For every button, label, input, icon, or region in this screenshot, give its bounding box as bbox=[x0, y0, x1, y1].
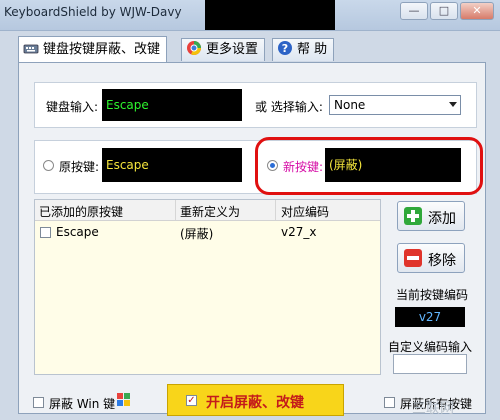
original-key-field[interactable]: Escape bbox=[102, 148, 242, 182]
original-key-label: 原按键: bbox=[59, 160, 100, 174]
watermark-text: 三联网 bbox=[412, 401, 454, 417]
start-shield-checkbox[interactable]: ✓ bbox=[186, 395, 197, 406]
keyboard-input-field[interactable]: Escape bbox=[102, 89, 242, 121]
row-original-key: Escape bbox=[56, 225, 99, 239]
block-win-checkbox[interactable] bbox=[33, 397, 44, 408]
mapping-table[interactable]: 已添加的原按键 重新定义为 对应编码 Escape (屏蔽) v27_x bbox=[34, 199, 381, 375]
tab-more-settings-label: 更多设置 bbox=[206, 42, 259, 57]
minus-icon bbox=[404, 249, 422, 267]
title-bar: KeyboardShield by WJW-Davy — □ ✕ bbox=[0, 0, 500, 31]
tab-keyboard-shield[interactable]: 键盘按键屏蔽、改键 bbox=[18, 36, 168, 62]
row-checkbox[interactable] bbox=[40, 227, 51, 238]
block-all-checkbox[interactable] bbox=[384, 397, 395, 408]
header-redefined[interactable]: 重新定义为 bbox=[180, 203, 240, 220]
start-shield-button[interactable]: ✓ 开启屏蔽、改键 bbox=[167, 384, 344, 416]
header-divider[interactable] bbox=[275, 200, 276, 220]
start-shield-label: 开启屏蔽、改键 bbox=[206, 395, 304, 411]
annotation-highlight-ring bbox=[255, 137, 483, 195]
settings-globe-icon bbox=[186, 40, 202, 56]
minimize-button[interactable]: — bbox=[400, 2, 428, 20]
add-button-label: 添加 bbox=[428, 211, 456, 227]
plus-icon bbox=[404, 207, 422, 225]
window-title: KeyboardShield by WJW-Davy bbox=[4, 5, 182, 19]
title-overlay bbox=[205, 0, 335, 30]
windows-logo-icon bbox=[116, 392, 132, 408]
close-button[interactable]: ✕ bbox=[460, 2, 494, 20]
maximize-button[interactable]: □ bbox=[430, 2, 458, 20]
svg-text:?: ? bbox=[282, 42, 288, 55]
row-redefined: (屏蔽) bbox=[180, 227, 214, 241]
custom-code-label: 自定义编码输入 bbox=[388, 340, 473, 354]
tab-help[interactable]: ? 帮 助 bbox=[272, 38, 335, 61]
current-code-field: v27 bbox=[395, 307, 465, 327]
keyboard-icon bbox=[23, 40, 39, 56]
row-code: v27_x bbox=[281, 225, 317, 239]
or-select-label: 或 选择输入: bbox=[255, 100, 323, 114]
header-divider[interactable] bbox=[175, 200, 176, 220]
tab-help-label: 帮 助 bbox=[297, 42, 328, 57]
original-key-radio[interactable] bbox=[43, 160, 54, 171]
keyboard-input-label: 键盘输入: bbox=[46, 100, 99, 114]
key-select-value: None bbox=[334, 98, 366, 112]
tab-more-settings[interactable]: 更多设置 bbox=[181, 38, 266, 61]
custom-code-input[interactable] bbox=[393, 354, 467, 374]
table-row[interactable]: Escape (屏蔽) v27_x bbox=[35, 222, 380, 242]
tab-keyboard-shield-label: 键盘按键屏蔽、改键 bbox=[43, 42, 161, 57]
current-code-label: 当前按键编码 bbox=[396, 288, 469, 302]
remove-button-label: 移除 bbox=[428, 253, 456, 269]
chevron-down-icon bbox=[449, 102, 457, 107]
block-win-label: 屏蔽 Win 键 bbox=[49, 397, 116, 411]
add-button[interactable]: 添加 bbox=[397, 201, 465, 231]
key-select-dropdown[interactable]: None bbox=[329, 95, 461, 115]
header-original-key[interactable]: 已添加的原按键 bbox=[39, 203, 123, 220]
remove-button[interactable]: 移除 bbox=[397, 243, 465, 273]
help-icon: ? bbox=[277, 40, 293, 56]
table-header: 已添加的原按键 重新定义为 对应编码 bbox=[35, 200, 380, 221]
header-code[interactable]: 对应编码 bbox=[281, 203, 329, 220]
